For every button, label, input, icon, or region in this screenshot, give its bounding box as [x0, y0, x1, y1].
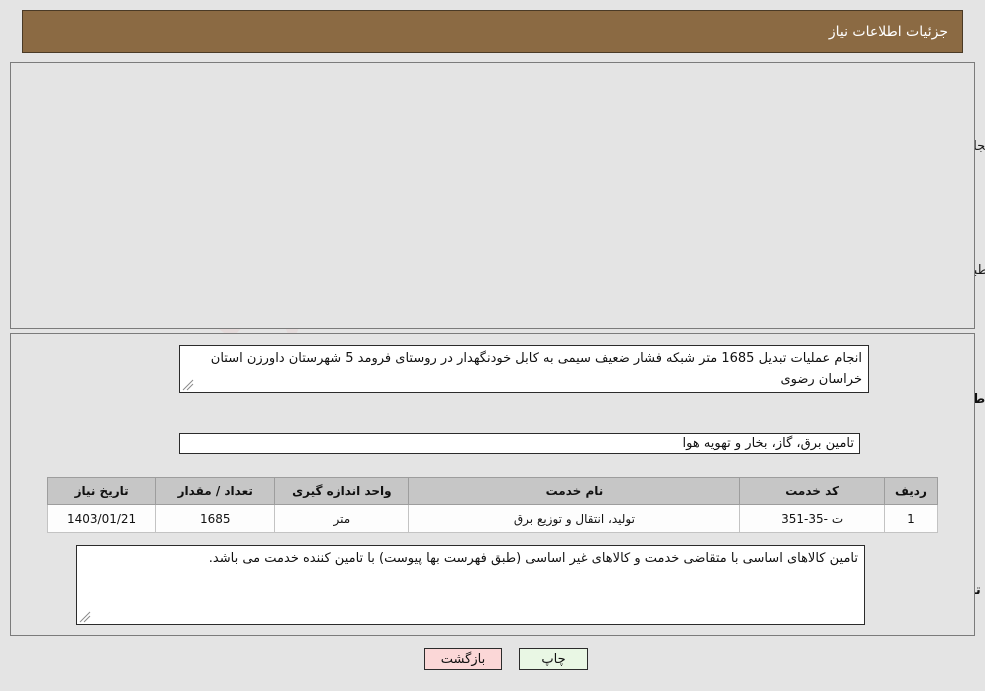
col-header-service-name: نام خدمت: [408, 477, 741, 505]
page-root: AriaTender.net جزئیات اطلاعات نیاز شماره…: [0, 0, 985, 691]
cell-service-name: تولید، انتقال و توزیع برق: [408, 504, 741, 533]
table-row[interactable]: 1 ت -35-351 تولید، انتقال و توزیع برق مت…: [46, 504, 939, 533]
cell-quantity: 1685: [155, 504, 276, 533]
print-button[interactable]: چاپ: [519, 648, 588, 670]
cell-row-no: 1: [883, 504, 939, 533]
back-button-label: بازگشت: [440, 651, 486, 667]
need-info-panel: [10, 62, 975, 329]
cell-need-date: 1403/01/21: [46, 504, 157, 533]
buyer-notes-textarea[interactable]: تامین کالاهای اساسی با متقاضی خدمت و کال…: [76, 545, 865, 625]
col-header-service-code: کد خدمت: [739, 477, 885, 505]
resize-grip-icon: [79, 611, 91, 623]
description-textarea[interactable]: انجام عملیات تبدیل 1685 متر شبکه فشار ضع…: [179, 345, 869, 393]
buyer-notes-value: تامین کالاهای اساسی با متقاضی خدمت و کال…: [208, 551, 858, 566]
page-header-bar: جزئیات اطلاعات نیاز: [22, 10, 963, 53]
resize-grip-icon: [182, 379, 194, 391]
col-header-row-no: ردیف: [883, 477, 939, 505]
back-button[interactable]: بازگشت: [424, 648, 502, 670]
description-value: انجام عملیات تبدیل 1685 متر شبکه فشار ضع…: [210, 351, 862, 387]
col-header-quantity: تعداد / مقدار: [155, 477, 276, 505]
print-button-label: چاپ: [541, 651, 566, 667]
table-header-row: ردیف کد خدمت نام خدمت واحد اندازه گیری ت…: [46, 477, 939, 505]
services-table: ردیف کد خدمت نام خدمت واحد اندازه گیری ت…: [46, 477, 939, 533]
page-title: جزئیات اطلاعات نیاز: [828, 23, 948, 40]
col-header-unit: واحد اندازه گیری: [274, 477, 410, 505]
service-group-value: تامین برق، گاز، بخار و تهویه هوا: [682, 436, 854, 451]
col-header-need-date: تاریخ نیاز: [46, 477, 157, 505]
service-group-field[interactable]: تامین برق، گاز، بخار و تهویه هوا: [179, 433, 860, 454]
cell-service-code: ت -35-351: [739, 504, 885, 533]
cell-unit: متر: [274, 504, 410, 533]
